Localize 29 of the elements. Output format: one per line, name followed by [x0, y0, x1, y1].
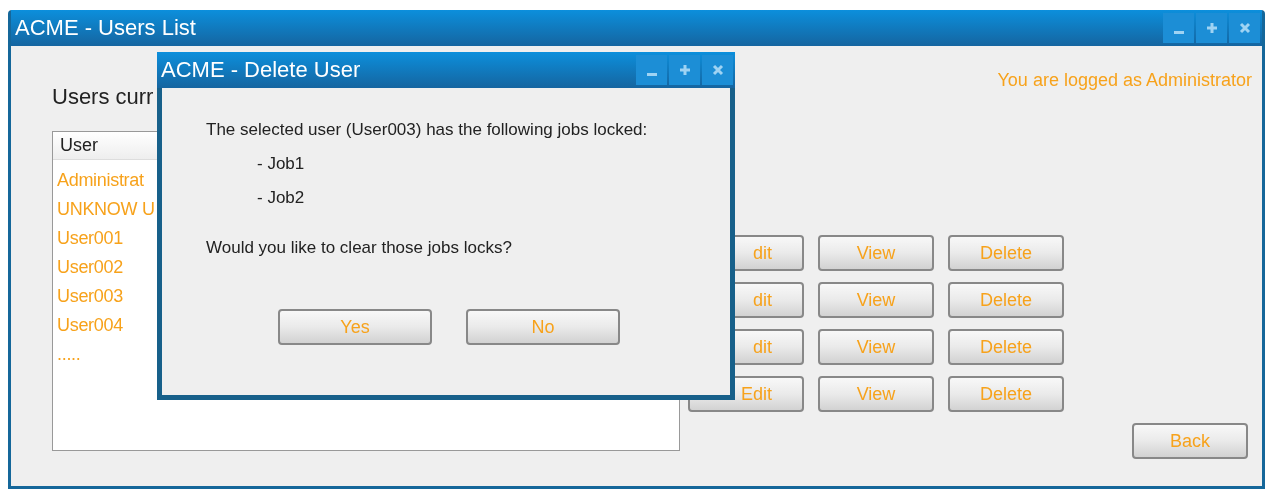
minimize-button[interactable] [636, 55, 667, 85]
window-title: ACME - Users List [15, 15, 196, 41]
close-button[interactable] [702, 55, 733, 85]
maximize-button[interactable] [669, 55, 700, 85]
back-button[interactable]: Back [1132, 423, 1248, 459]
close-icon [711, 64, 724, 76]
plus-icon [678, 64, 691, 76]
view-button[interactable]: View [818, 282, 934, 318]
close-icon [1238, 22, 1251, 34]
view-button[interactable]: View [818, 376, 934, 412]
delete-button[interactable]: Delete [948, 235, 1064, 271]
view-button[interactable]: View [818, 329, 934, 365]
login-status-text: You are logged as Administrator [997, 70, 1252, 91]
view-button[interactable]: View [818, 235, 934, 271]
locked-job-text: - Job2 [257, 188, 306, 208]
page-heading: Users curr [52, 84, 155, 111]
dialog-question: Would you like to clear those jobs locks? [206, 238, 513, 258]
dialog-button[interactable]: Yes [278, 309, 432, 345]
delete-button[interactable]: Delete [948, 376, 1064, 412]
dialog-button[interactable]: No [466, 309, 620, 345]
plus-icon [1205, 22, 1218, 34]
minimize-icon [1173, 30, 1184, 34]
minimize-icon [646, 72, 657, 76]
delete-button[interactable]: Delete [948, 329, 1064, 365]
delete-button[interactable]: Delete [948, 282, 1064, 318]
maximize-button[interactable] [1196, 13, 1227, 43]
close-button[interactable] [1229, 13, 1260, 43]
minimize-button[interactable] [1163, 13, 1194, 43]
dialog-title: ACME - Delete User [161, 57, 361, 83]
